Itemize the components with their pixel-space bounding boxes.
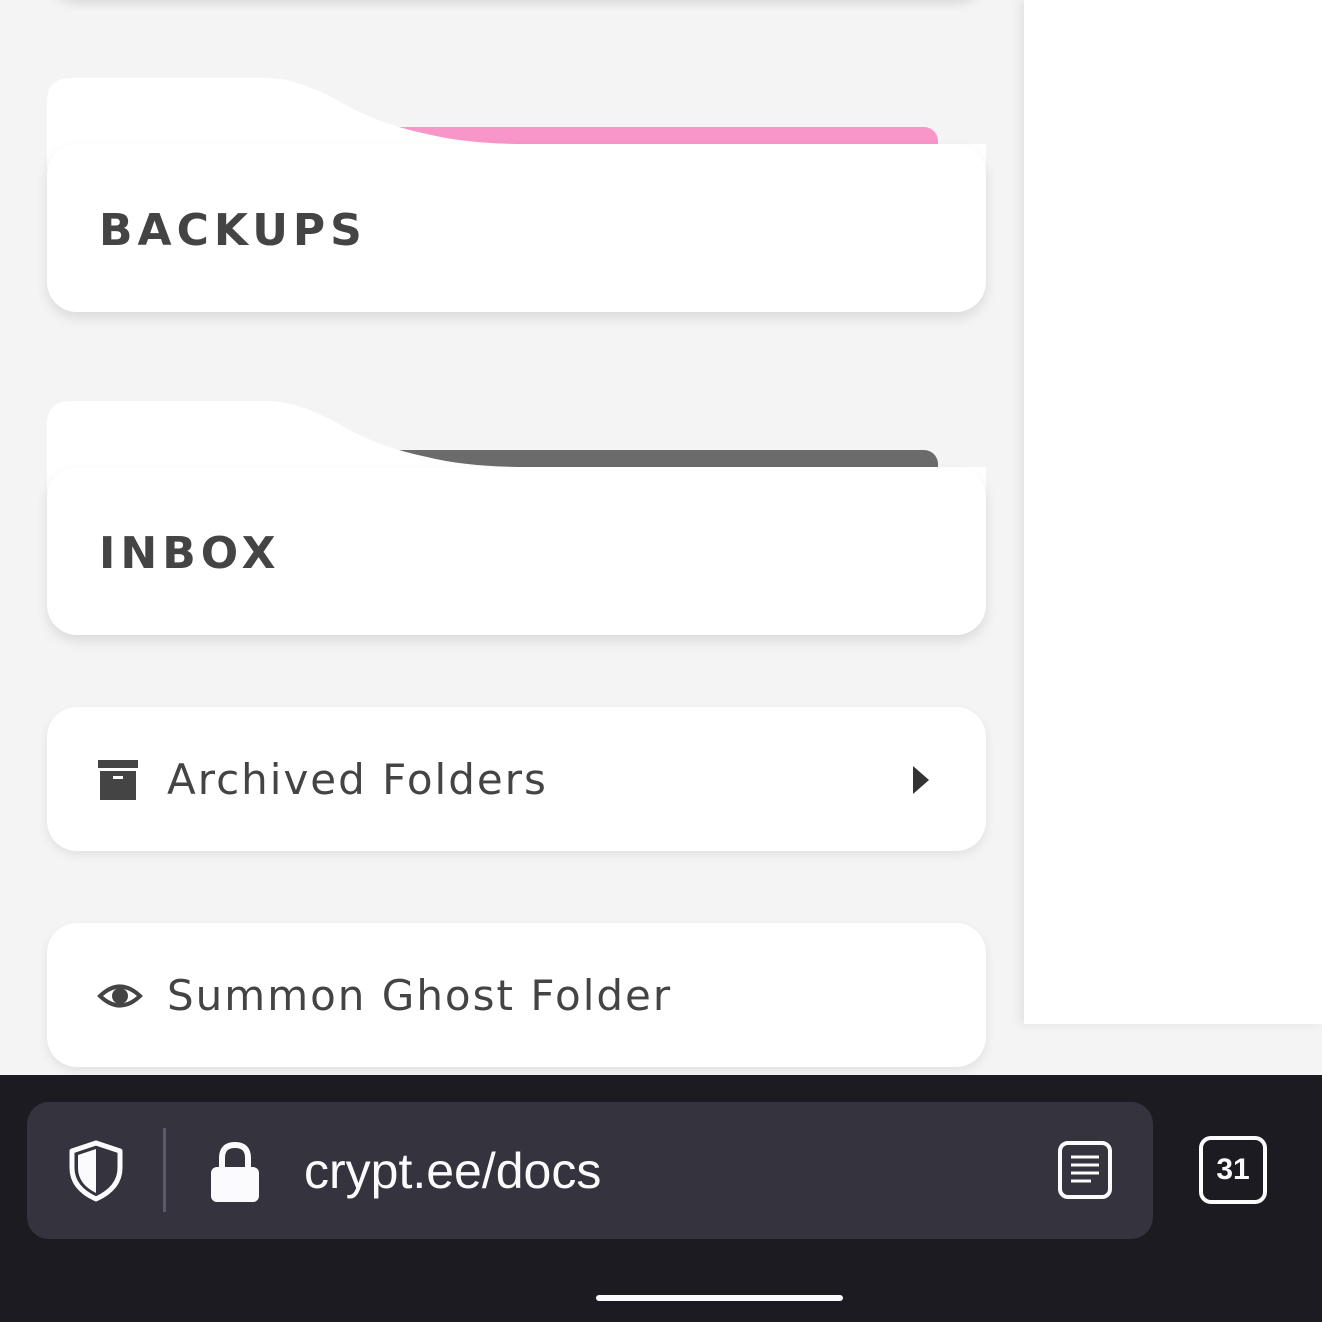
shield-icon[interactable] (67, 1140, 125, 1202)
summon-ghost-folder-button[interactable]: Summon Ghost Folder (47, 923, 986, 1067)
home-indicator[interactable] (596, 1295, 843, 1301)
folder-title: INBOX (99, 528, 281, 579)
document-pane (1024, 0, 1322, 1024)
browser-toolbar: crypt.ee/docs 31 (0, 1075, 1322, 1322)
docs-app: BACKUPS INBOX Archived Folders Summon Gh… (0, 0, 1322, 1322)
archived-folders-label: Archived Folders (167, 755, 548, 804)
folder-backups[interactable]: BACKUPS (47, 78, 986, 313)
url-text[interactable]: crypt.ee/docs (304, 1142, 601, 1200)
chevron-right-icon (913, 766, 929, 794)
tab-count: 31 (1216, 1153, 1250, 1186)
reader-mode-icon[interactable] (1057, 1140, 1113, 1200)
tabs-counter-button[interactable]: 31 (1199, 1136, 1269, 1206)
archive-box-icon (98, 760, 138, 800)
lock-icon[interactable] (209, 1140, 261, 1204)
folder-title: BACKUPS (99, 205, 367, 256)
eye-icon (97, 984, 143, 1008)
archived-folders-button[interactable]: Archived Folders (47, 707, 986, 851)
url-bar-divider (163, 1128, 166, 1212)
summon-ghost-folder-label: Summon Ghost Folder (167, 971, 673, 1020)
folder-inbox[interactable]: INBOX (47, 401, 986, 636)
url-bar[interactable]: crypt.ee/docs (27, 1102, 1153, 1239)
